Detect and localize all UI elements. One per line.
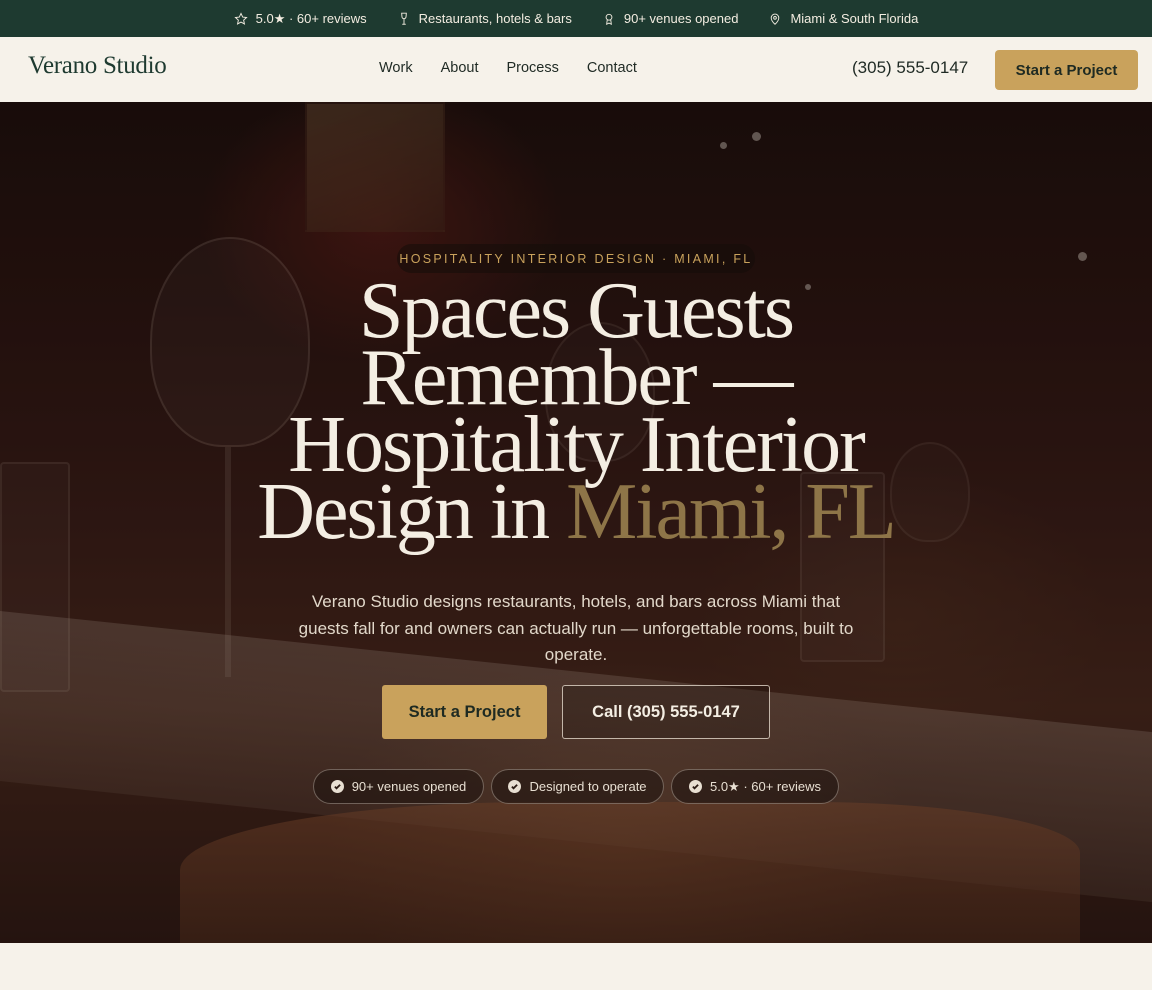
next-section [0,943,1152,990]
hero-call-button[interactable]: Call (305) 555-0147 [562,685,770,739]
main-nav: Work About Process Contact [379,60,637,76]
hero-headline-accent: Miami, FL [566,468,897,556]
topbar-item-location: Miami & South Florida [768,11,918,26]
background-light-dot [720,142,727,149]
background-light-dot [752,132,761,141]
trust-badge-operate-label: Designed to operate [529,779,647,794]
hero-section: HOSPITALITY INTERIOR DESIGN · MIAMI, FL … [0,102,1152,943]
trust-badge-operate: Designed to operate [491,769,664,804]
topbar-item-reviews: 5.0★ · 60+ reviews [234,11,367,27]
wine-glass-icon [400,12,407,25]
check-circle-icon [330,780,344,793]
background-tumbler-glass [0,462,70,692]
trust-badge-venues-label: 90+ venues opened [351,779,467,794]
nav-work[interactable]: Work [379,60,413,76]
hero-headline: Spaces Guests Remember — Hospitality Int… [200,271,952,552]
topbar-venue-types-text: Restaurants, hotels & bars [418,11,572,26]
check-circle-icon [508,780,522,793]
star-icon [234,11,248,25]
check-circle-icon [688,780,702,793]
logo[interactable]: Verano Studio [28,52,167,80]
map-pin-icon [771,13,780,25]
topbar-location-text: Miami & South Florida [790,11,919,26]
award-icon [605,13,613,25]
header-phone-link[interactable]: (305) 555-0147 [852,58,968,78]
trust-badge-reviews: 5.0★ · 60+ reviews [671,769,839,804]
topbar-reviews-text: 5.0★ · 60+ reviews [255,10,367,26]
topbar-item-venues: 90+ venues opened [602,11,739,26]
trust-badge-reviews-label: 5.0★ · 60+ reviews [709,778,821,794]
background-artwork-frame [305,102,445,232]
hero-subtitle: Verano Studio designs restaurants, hotel… [298,592,854,664]
nav-about[interactable]: About [441,60,479,76]
site-header: Verano Studio Work About Process Contact… [0,37,1152,102]
trust-badge-venues: 90+ venues opened [313,769,484,804]
background-light-dot [1078,252,1087,261]
announcement-bar: 5.0★ · 60+ reviews Restaurants, hotels &… [0,0,1152,37]
topbar-venues-text: 90+ venues opened [623,11,739,26]
start-project-button[interactable]: Start a Project [995,50,1138,90]
hero-start-project-button[interactable]: Start a Project [382,685,547,739]
topbar-item-venue-types: Restaurants, hotels & bars [397,11,572,26]
nav-process[interactable]: Process [506,60,558,76]
nav-contact[interactable]: Contact [587,60,637,76]
background-napkin [180,802,1080,943]
